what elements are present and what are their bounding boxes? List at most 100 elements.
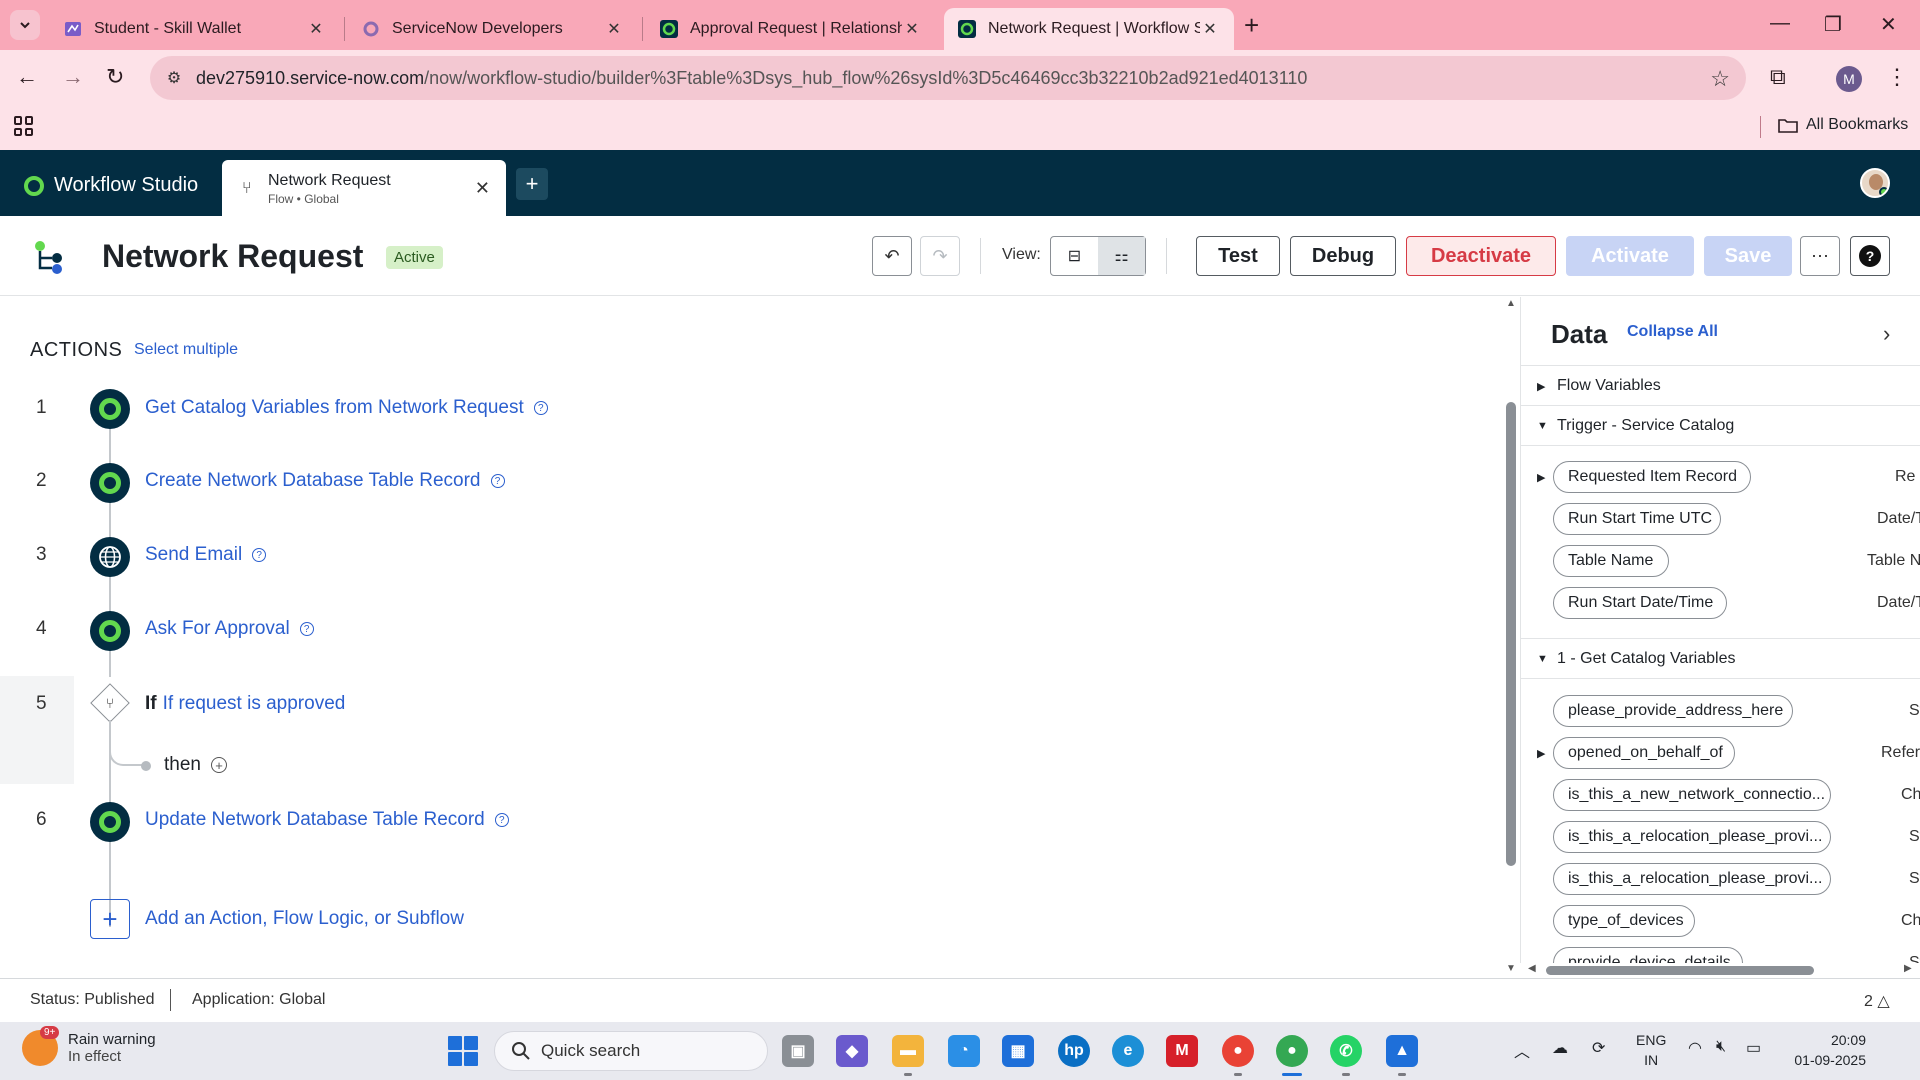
data-pill[interactable]: is_this_a_relocation_please_provi... bbox=[1553, 821, 1831, 853]
tree-view-button[interactable]: ⊟ bbox=[1051, 237, 1098, 275]
close-app-tab-icon[interactable]: ✕ bbox=[475, 178, 490, 199]
forward-icon[interactable]: → bbox=[62, 64, 84, 90]
weather-widget[interactable]: 9+ Rain warning In effect bbox=[22, 1026, 156, 1066]
close-tab-icon[interactable]: ✕ bbox=[604, 19, 624, 39]
browser-tab-servicenow-developers[interactable]: ServiceNow Developers ✕ bbox=[348, 8, 638, 50]
add-action-link[interactable]: Add an Action, Flow Logic, or Subflow bbox=[145, 908, 464, 930]
diagram-view-button[interactable]: ⚏ bbox=[1098, 237, 1145, 275]
step-action-link[interactable]: Update Network Database Table Record ? bbox=[145, 809, 509, 831]
app-tab-network-request[interactable]: ⑂ Network Request Flow • Global ✕ bbox=[222, 160, 506, 216]
step-action-link[interactable]: Create Network Database Table Record ? bbox=[145, 470, 505, 492]
onedrive-offline-icon[interactable]: ☁ bbox=[1552, 1038, 1568, 1058]
save-button[interactable]: Save bbox=[1704, 236, 1792, 276]
extensions-icon[interactable]: ⧉ bbox=[1770, 64, 1786, 90]
battery-icon[interactable]: ▭ bbox=[1746, 1038, 1761, 1058]
task-view-icon[interactable]: ▣ bbox=[782, 1035, 814, 1067]
activate-button[interactable]: Activate bbox=[1566, 236, 1694, 276]
edge-beta-icon[interactable]: ◔ bbox=[948, 1035, 980, 1067]
scroll-up-arrow-icon[interactable]: ▲ bbox=[1506, 298, 1516, 309]
canvas-scrollbar[interactable]: ▲ ▼ bbox=[1504, 298, 1518, 974]
help-circle-icon[interactable]: ? bbox=[252, 548, 267, 562]
data-pill[interactable]: type_of_devices bbox=[1553, 905, 1695, 937]
data-pill[interactable]: is_this_a_relocation_please_provi... bbox=[1553, 863, 1831, 895]
debug-button[interactable]: Debug bbox=[1290, 236, 1396, 276]
select-multiple-link[interactable]: Select multiple bbox=[134, 341, 238, 359]
data-pill[interactable]: is_this_a_new_network_connectio... bbox=[1553, 779, 1831, 811]
volume-muted-icon[interactable]: 🔇︎ bbox=[1716, 1038, 1726, 1056]
data-pill[interactable]: Requested Item Record bbox=[1553, 461, 1751, 493]
add-action-button[interactable]: + bbox=[90, 899, 130, 939]
step-action-link[interactable]: Send Email ? bbox=[145, 544, 267, 566]
add-to-branch-icon[interactable]: + bbox=[210, 757, 227, 773]
mcafee-icon[interactable]: M bbox=[1166, 1035, 1198, 1067]
close-window-button[interactable]: ✕ bbox=[1880, 12, 1897, 37]
more-options-button[interactable]: ⋯ bbox=[1800, 236, 1840, 276]
minimize-window-button[interactable]: — bbox=[1770, 12, 1790, 35]
collapse-all-link[interactable]: Collapse All bbox=[1627, 323, 1718, 341]
data-pill[interactable]: please_provide_address_here bbox=[1553, 695, 1793, 727]
chevron-right-icon[interactable]: › bbox=[1883, 321, 1890, 347]
restore-window-button[interactable]: ❐ bbox=[1824, 12, 1842, 37]
hp-icon[interactable]: hp bbox=[1058, 1035, 1090, 1067]
bookmark-star-icon[interactable]: ☆ bbox=[1710, 66, 1730, 92]
help-circle-icon[interactable]: ? bbox=[494, 813, 509, 827]
test-button[interactable]: Test bbox=[1196, 236, 1280, 276]
add-app-tab-button[interactable]: + bbox=[516, 168, 548, 200]
sync-icon[interactable]: ⟳ bbox=[1592, 1038, 1605, 1058]
user-avatar[interactable] bbox=[1860, 168, 1890, 198]
data-pill[interactable]: Run Start Date/Time bbox=[1553, 587, 1727, 619]
apps-grid-icon[interactable] bbox=[14, 116, 34, 136]
help-circle-icon[interactable]: ? bbox=[533, 401, 548, 415]
data-pill[interactable]: Run Start Time UTC bbox=[1553, 503, 1721, 535]
workflow-studio-logo[interactable]: Workflow Studio bbox=[24, 174, 198, 197]
taskbar-search[interactable]: Quick search bbox=[494, 1031, 768, 1071]
trigger-section[interactable]: ▼ Trigger - Service Catalog bbox=[1537, 417, 1734, 435]
show-hidden-icons-chevron-icon[interactable]: ︿ bbox=[1514, 1038, 1530, 1062]
if-condition-link[interactable]: If If request is approved bbox=[145, 693, 345, 715]
close-tab-icon[interactable]: ✕ bbox=[306, 19, 326, 39]
address-bar[interactable]: ⚙ dev275910.service-now.com/now/workflow… bbox=[150, 56, 1746, 100]
browser-tab-approval-request[interactable]: Approval Request | Relationship ✕ bbox=[646, 8, 936, 50]
edge-icon[interactable]: e bbox=[1112, 1035, 1144, 1067]
system-clock[interactable]: 20:09 01-09-2025 bbox=[1786, 1030, 1866, 1070]
windows-start-button[interactable] bbox=[448, 1036, 478, 1066]
input-language-indicator[interactable]: ENG IN bbox=[1636, 1030, 1666, 1070]
file-explorer-icon[interactable]: ▬ bbox=[892, 1035, 924, 1067]
scroll-right-arrow-icon[interactable]: ▶ bbox=[1904, 963, 1912, 974]
whatsapp-icon[interactable]: ✆ bbox=[1330, 1035, 1362, 1067]
flow-variables-section[interactable]: ▶ Flow Variables bbox=[1537, 377, 1661, 395]
scroll-left-arrow-icon[interactable]: ◀ bbox=[1528, 963, 1536, 974]
photos-icon[interactable]: ▲ bbox=[1386, 1035, 1418, 1067]
help-circle-icon[interactable]: ? bbox=[490, 474, 505, 488]
notifications-indicator[interactable]: 2 △ bbox=[1864, 991, 1890, 1011]
browser-menu-icon[interactable]: ⋮ bbox=[1886, 64, 1908, 90]
help-button[interactable]: ? bbox=[1850, 236, 1890, 276]
all-bookmarks-button[interactable]: All Bookmarks bbox=[1778, 116, 1908, 134]
back-icon[interactable]: ← bbox=[16, 64, 38, 90]
step-action-link[interactable]: Get Catalog Variables from Network Reque… bbox=[145, 397, 548, 419]
catalog-variables-section[interactable]: ▼ 1 - Get Catalog Variables bbox=[1537, 650, 1735, 668]
browser-tab-network-request[interactable]: Network Request | Workflow Stu ✕ bbox=[944, 8, 1234, 50]
step-action-link[interactable]: Ask For Approval ? bbox=[145, 618, 314, 640]
chrome-profile-m-icon[interactable]: ● bbox=[1276, 1035, 1308, 1067]
caret-right-icon[interactable]: ▶ bbox=[1537, 471, 1549, 484]
tab-search-button[interactable] bbox=[10, 10, 40, 40]
help-circle-icon[interactable]: ? bbox=[299, 622, 314, 636]
browser-tab-skill-wallet[interactable]: Student - Skill Wallet ✕ bbox=[50, 8, 340, 50]
scroll-down-arrow-icon[interactable]: ▼ bbox=[1506, 963, 1516, 974]
caret-right-icon[interactable]: ▶ bbox=[1537, 747, 1549, 760]
close-tab-icon[interactable]: ✕ bbox=[1200, 19, 1220, 39]
redo-button[interactable]: ↷ bbox=[920, 236, 960, 276]
scrollbar-thumb[interactable] bbox=[1506, 402, 1516, 866]
data-panel-horizontal-scrollbar[interactable]: ◀ ▶ bbox=[1520, 963, 1920, 977]
profile-avatar[interactable]: M bbox=[1836, 66, 1862, 92]
new-tab-button[interactable]: + bbox=[1244, 10, 1259, 41]
copilot-icon[interactable]: ◆ bbox=[836, 1035, 868, 1067]
close-tab-icon[interactable]: ✕ bbox=[902, 19, 922, 39]
chrome-profile-r-icon[interactable]: ● bbox=[1222, 1035, 1254, 1067]
data-pill[interactable]: Table Name bbox=[1553, 545, 1669, 577]
site-info-icon[interactable]: ⚙ bbox=[152, 68, 196, 88]
wifi-icon[interactable]: ◠ bbox=[1688, 1038, 1702, 1058]
microsoft-store-icon[interactable]: ▦ bbox=[1002, 1035, 1034, 1067]
scrollbar-thumb[interactable] bbox=[1546, 966, 1814, 975]
